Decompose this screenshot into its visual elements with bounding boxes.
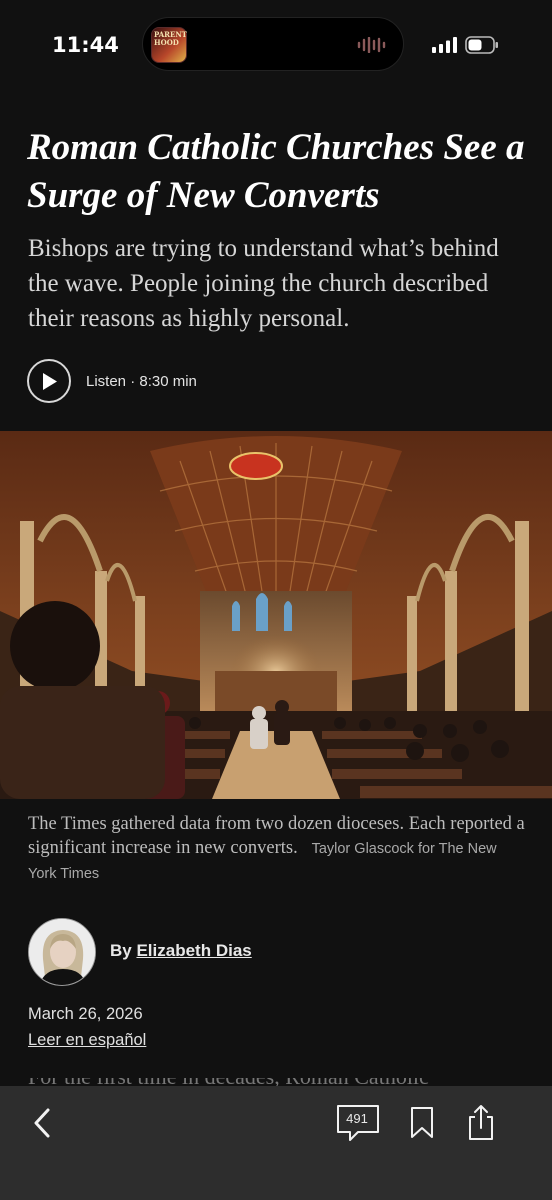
cellular-signal-icon: [432, 37, 457, 53]
listen-play-button[interactable]: [27, 359, 71, 403]
audio-waveform-icon: [357, 37, 386, 53]
listen-label[interactable]: Listen · 8:30 min: [86, 373, 197, 390]
play-icon: [43, 373, 57, 390]
spanish-version-link[interactable]: Leer en español: [28, 1031, 146, 1050]
article-hero-image[interactable]: [0, 431, 552, 799]
byline: By Elizabeth Dias: [110, 941, 252, 961]
status-bar: 11:44 PARENT HOOD: [0, 0, 552, 90]
publish-date: March 26, 2026: [28, 1005, 143, 1023]
bookmark-icon[interactable]: [408, 1106, 436, 1140]
byline-prefix: By: [110, 941, 132, 960]
now-playing-art-text: PARENT HOOD: [154, 30, 187, 47]
church-interior-illustration: [0, 431, 552, 799]
author-portrait: [29, 919, 95, 985]
author-avatar[interactable]: [28, 918, 96, 986]
article-summary: Bishops are trying to understand what’s …: [28, 235, 499, 332]
battery-icon: [465, 36, 498, 54]
dynamic-island[interactable]: PARENT HOOD: [142, 17, 404, 71]
comment-count: 491: [346, 1111, 368, 1126]
comments-button[interactable]: 491: [336, 1104, 382, 1144]
back-chevron-icon[interactable]: [28, 1106, 58, 1140]
author-link[interactable]: Elizabeth Dias: [136, 941, 251, 960]
now-playing-artwork: PARENT HOOD: [151, 27, 187, 63]
status-time: 11:44: [52, 33, 119, 57]
share-icon[interactable]: [466, 1104, 496, 1142]
article-headline: Roman Catholic Churches See a Surge of N…: [27, 127, 525, 216]
bottom-toolbar: 491: [0, 1086, 552, 1200]
image-caption: The Times gathered data from two dozen d…: [28, 812, 528, 886]
